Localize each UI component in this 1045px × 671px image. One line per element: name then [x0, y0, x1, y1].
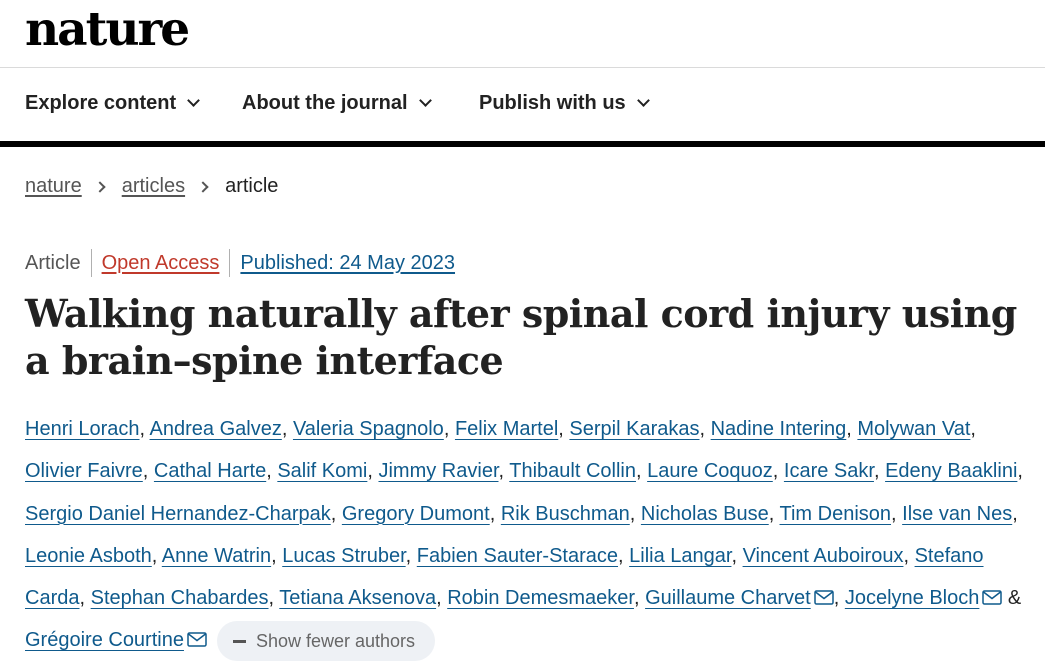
chevron-down-icon	[636, 94, 650, 107]
author-separator: ,	[266, 460, 278, 483]
author-separator: ,	[498, 460, 510, 483]
author-link[interactable]: Felix Martel	[455, 418, 558, 440]
author-link[interactable]: Nadine Intering	[711, 418, 847, 440]
author-separator: ,	[1012, 502, 1018, 525]
mail-icon[interactable]	[187, 620, 207, 648]
author-link[interactable]: Stephan Chabardes	[91, 587, 269, 609]
author-separator: ,	[443, 418, 455, 440]
nav-publish-with-us-label: Publish with us	[479, 92, 626, 114]
chevron-right-icon	[94, 180, 106, 193]
author-separator: ,	[731, 544, 743, 567]
chevron-right-icon	[197, 180, 209, 193]
author-link[interactable]: Grégoire Courtine	[25, 629, 184, 651]
author-link[interactable]: Molywan Vat	[857, 418, 970, 440]
author-link[interactable]: Fabien Sauter-Starace	[417, 545, 618, 567]
author-link[interactable]: Leonie Asboth	[25, 545, 152, 567]
author-separator: ,	[405, 544, 417, 567]
author-link[interactable]: Thibault Collin	[509, 460, 636, 482]
author-separator: ,	[558, 418, 570, 440]
author-separator: ,	[629, 502, 641, 525]
author-separator: ,	[142, 460, 154, 483]
main-nav: Explore content About the journal Publis…	[0, 68, 1045, 141]
author-separator: ,	[633, 587, 646, 610]
author-separator: ,	[436, 587, 448, 610]
mail-icon[interactable]	[813, 578, 834, 605]
author-ampersand: &	[1002, 587, 1022, 610]
author-separator: ,	[1017, 460, 1023, 483]
author-link[interactable]: Vincent Auboiroux	[743, 545, 904, 567]
author-link[interactable]: Tim Denison	[780, 503, 892, 525]
nav-explore-content[interactable]: Explore content	[25, 92, 201, 115]
breadcrumb-link-articles[interactable]: articles	[122, 175, 185, 198]
author-link[interactable]: Guillaume Charvet	[645, 587, 811, 609]
nav-explore-content-label: Explore content	[25, 92, 177, 114]
article-meta: Article Open Access Published: 24 May 20…	[25, 248, 465, 278]
open-access-link[interactable]: Open Access	[90, 249, 230, 277]
author-separator: ,	[79, 587, 91, 610]
nav-about-the-journal[interactable]: About the journal	[242, 92, 432, 115]
author-link[interactable]: Jimmy Ravier	[378, 460, 498, 482]
show-fewer-authors-label: Show fewer authors	[255, 631, 416, 652]
author-separator: ,	[846, 418, 858, 440]
author-link[interactable]: Tetiana Aksenova	[279, 587, 436, 609]
author-separator: ,	[768, 502, 780, 525]
minus-icon	[232, 639, 246, 643]
author-separator: ,	[903, 544, 915, 567]
breadcrumb-link-nature[interactable]: nature	[25, 175, 82, 198]
nature-logo[interactable]: nature	[25, 6, 190, 54]
author-link[interactable]: Nicholas Buse	[641, 503, 769, 525]
author-link[interactable]: Ilse van Nes	[902, 503, 1012, 525]
author-link[interactable]: Rik Buschman	[501, 503, 630, 525]
author-link[interactable]: Jocelyne Bloch	[845, 587, 980, 609]
author-link[interactable]: Robin Demesmaeker	[447, 587, 634, 609]
author-link[interactable]: Gregory Dumont	[342, 503, 490, 525]
breadcrumb-current: article	[225, 175, 279, 197]
author-separator: ,	[772, 460, 784, 483]
author-link[interactable]: Valeria Spagnolo	[293, 418, 444, 440]
author-separator: ,	[330, 502, 342, 525]
author-separator: ,	[271, 544, 283, 567]
chevron-down-icon	[187, 94, 201, 107]
author-separator: ,	[489, 502, 501, 525]
author-list: Henri Lorach, Andrea Galvez, Valeria Spa…	[25, 408, 1035, 662]
author-link[interactable]: Serpil Karakas	[569, 418, 699, 440]
article-type: Article	[25, 252, 81, 274]
site-header: nature	[0, 0, 1045, 68]
author-link[interactable]: Sergio Daniel Hernandez-Charpak	[25, 503, 331, 525]
author-link[interactable]: Olivier Faivre	[25, 460, 143, 482]
author-separator: ,	[970, 418, 976, 440]
author-link[interactable]: Andrea Galvez	[150, 418, 282, 440]
mail-icon[interactable]	[982, 578, 1003, 605]
author-separator: ,	[281, 418, 293, 440]
author-separator: ,	[151, 544, 162, 567]
nav-publish-with-us[interactable]: Publish with us	[479, 92, 650, 115]
article-title: Walking naturally after spinal cord inju…	[25, 291, 1017, 383]
author-separator: ,	[618, 544, 630, 567]
author-separator: ,	[367, 460, 379, 483]
chevron-down-icon	[418, 94, 432, 107]
published-date-link[interactable]: Published: 24 May 2023	[229, 249, 465, 277]
breadcrumb: nature articles article	[25, 175, 278, 198]
author-separator: ,	[873, 460, 886, 483]
author-link[interactable]: Lucas Struber	[282, 545, 405, 567]
author-link[interactable]: Salif Komi	[277, 460, 367, 482]
author-separator: ,	[699, 418, 711, 440]
nav-about-the-journal-label: About the journal	[242, 92, 408, 114]
author-link[interactable]: Lilia Langar	[629, 545, 731, 567]
author-link[interactable]: Cathal Harte	[154, 460, 266, 482]
author-separator: ,	[636, 460, 648, 483]
author-separator: ,	[891, 502, 903, 525]
author-separator: ,	[139, 418, 150, 440]
author-link[interactable]: Anne Watrin	[162, 545, 271, 567]
author-separator: ,	[268, 587, 280, 610]
show-fewer-authors-button[interactable]: Show fewer authors	[216, 621, 436, 662]
author-link[interactable]: Edeny Baaklini	[885, 460, 1017, 482]
nav-divider	[0, 141, 1045, 147]
author-link[interactable]: Henri Lorach	[25, 418, 140, 440]
author-link[interactable]: Icare Sakr	[784, 460, 874, 482]
author-link[interactable]: Laure Coquoz	[647, 460, 773, 482]
author-separator: ,	[833, 587, 845, 610]
